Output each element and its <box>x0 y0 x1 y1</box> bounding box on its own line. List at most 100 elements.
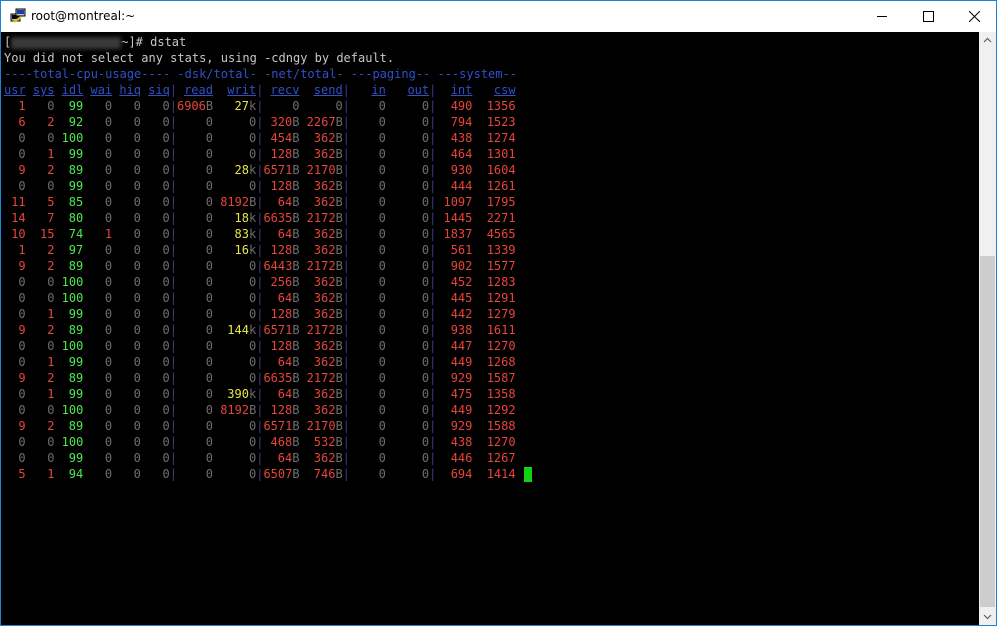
table-cell: 2 <box>47 259 55 273</box>
terminal-output[interactable]: [~]# dstat You did not select any stats,… <box>1 32 980 625</box>
column-separator <box>26 131 33 145</box>
column-separator <box>472 323 479 337</box>
table-cell: 0 <box>162 275 170 289</box>
table-cell: 0 <box>47 291 55 305</box>
column-separator <box>472 275 479 289</box>
column-separator <box>112 99 119 113</box>
window-title: root@montreal:~ <box>31 9 136 23</box>
table-cell: 0 <box>18 131 26 145</box>
table-cell: 464 <box>450 147 473 161</box>
column-separator <box>386 371 393 385</box>
table-cell: 0 <box>205 291 213 305</box>
column-separator: | <box>429 467 437 481</box>
column-separator: | <box>169 339 177 353</box>
column-separator <box>386 467 393 481</box>
table-cell: 0 <box>378 387 386 401</box>
table-cell: 0 <box>162 419 170 433</box>
column-separator <box>299 387 306 401</box>
column-header-sys: sys <box>32 83 55 97</box>
table-cell: 2 <box>47 243 55 257</box>
table-cell: 0 <box>378 355 386 369</box>
column-separator: | <box>169 291 177 305</box>
column-separator: | <box>429 211 437 225</box>
column-separator <box>213 147 220 161</box>
column-separator <box>26 227 33 241</box>
table-cell: 89 <box>68 371 84 385</box>
scroll-up-button[interactable] <box>979 32 996 49</box>
table-cell: 0 <box>162 115 170 129</box>
table-row: 0 0 99 0 0 0| 0 0| 128B 362B| 0 0| 444 1261 <box>4 178 515 194</box>
column-separator <box>112 195 119 209</box>
table-cell: 0 <box>18 435 26 449</box>
table-cell: 0 <box>133 115 141 129</box>
column-separator <box>472 99 479 113</box>
column-separator: | <box>342 291 350 305</box>
column-separator: | <box>169 467 177 481</box>
table-cell: 0 <box>378 419 386 433</box>
table-cell: 1339 <box>486 243 516 257</box>
table-cell: 144k <box>227 323 257 337</box>
scroll-thumb[interactable] <box>980 256 995 607</box>
column-separator <box>299 179 306 193</box>
column-separator <box>299 371 306 385</box>
column-separator <box>213 307 220 321</box>
column-separator: | <box>429 83 437 97</box>
table-cell: 0 <box>162 467 170 481</box>
column-separator <box>213 323 220 337</box>
table-cell: 0 <box>133 131 141 145</box>
table-cell: 128B <box>270 403 300 417</box>
column-separator <box>472 467 479 481</box>
table-cell: 0 <box>205 403 213 417</box>
column-separator: | <box>342 275 350 289</box>
table-cell: 0 <box>47 403 55 417</box>
table-cell: 0 <box>162 339 170 353</box>
table-cell: 0 <box>248 147 257 161</box>
column-separator <box>299 403 306 417</box>
column-separator <box>213 387 220 401</box>
table-cell: 0 <box>162 147 170 161</box>
scroll-down-button[interactable] <box>979 608 996 625</box>
terminal-window: root@montreal:~ [~]# dstat You did not s… <box>0 0 997 626</box>
table-cell: 0 <box>133 403 141 417</box>
table-cell: 0 <box>205 179 213 193</box>
table-cell: 445 <box>450 291 473 305</box>
table-cell: 99 <box>68 99 84 113</box>
table-cell: 0 <box>421 179 430 193</box>
minimize-button[interactable] <box>859 1 905 32</box>
table-cell: 0 <box>378 131 386 145</box>
table-cell: 929 <box>450 371 473 385</box>
column-separator <box>213 243 220 257</box>
column-separator <box>112 403 119 417</box>
table-cell: 490 <box>450 99 473 113</box>
table-cell: 2271 <box>486 211 516 225</box>
table-cell: 746B <box>313 467 343 481</box>
vertical-scrollbar[interactable] <box>979 32 996 625</box>
column-separator <box>83 371 90 385</box>
title-bar[interactable]: root@montreal:~ <box>1 1 996 32</box>
table-cell: 6635B <box>263 211 300 225</box>
column-separator <box>141 339 148 353</box>
column-separator: | <box>429 115 437 129</box>
column-separator <box>54 131 61 145</box>
table-cell: 0 <box>205 371 213 385</box>
column-separator <box>472 243 479 257</box>
table-cell: 0 <box>133 419 141 433</box>
table-cell: 0 <box>162 371 170 385</box>
table-cell: 0 <box>421 419 430 433</box>
table-cell: 0 <box>205 259 213 273</box>
table-cell: 0 <box>133 467 141 481</box>
column-separator <box>386 355 393 369</box>
column-separator <box>112 291 119 305</box>
column-separator <box>472 371 479 385</box>
column-separator <box>299 451 306 465</box>
table-cell: 99 <box>68 451 84 465</box>
close-button[interactable] <box>951 1 997 32</box>
column-separator: | <box>169 99 177 113</box>
column-separator: | <box>429 403 437 417</box>
maximize-button[interactable] <box>905 1 951 32</box>
table-row: 0 1 99 0 0 0| 0 390k| 64B 362B| 0 0| 475 135… <box>4 386 515 402</box>
table-cell: 10 <box>11 227 26 241</box>
table-cell: 1 <box>47 387 55 401</box>
column-separator <box>386 339 393 353</box>
table-cell: 89 <box>68 259 84 273</box>
